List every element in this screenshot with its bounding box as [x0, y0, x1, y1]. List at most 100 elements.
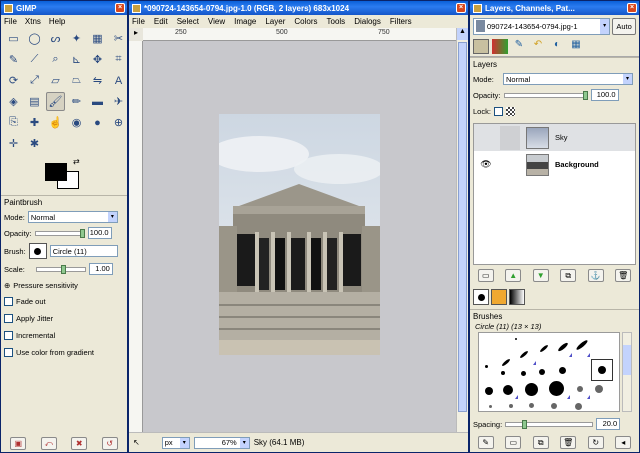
apply-jitter-check[interactable] — [4, 314, 13, 323]
scale-icon[interactable]: ⤢ — [25, 71, 44, 90]
vertical-scrollbar[interactable]: ▲ — [456, 28, 468, 432]
crop-icon[interactable]: ⌗ — [109, 50, 127, 69]
brush-item[interactable] — [501, 358, 511, 367]
auto-button[interactable]: Auto — [612, 17, 636, 35]
brush-preview[interactable] — [28, 243, 47, 259]
brush-item[interactable] — [549, 381, 564, 396]
reset-options-icon[interactable]: ↺ — [101, 437, 118, 450]
brush-item[interactable] — [539, 344, 549, 353]
brush-scroll-thumb[interactable] — [623, 345, 631, 375]
scroll-thumb[interactable] — [458, 42, 467, 412]
brush-item[interactable] — [519, 350, 529, 359]
close-icon[interactable]: × — [115, 3, 125, 13]
measure-icon[interactable]: ⊾ — [67, 50, 86, 69]
foreground-color-swatch[interactable] — [45, 163, 67, 181]
color-picker-icon[interactable]: ⟋ — [25, 50, 44, 69]
brush-item[interactable] — [575, 338, 589, 352]
pencil-icon[interactable]: ✏ — [67, 92, 86, 111]
brush-tab-icon[interactable] — [473, 289, 489, 305]
new-brush-icon[interactable]: ▭ — [505, 436, 522, 449]
brush-item-selected[interactable] — [598, 366, 606, 374]
brush-name-field[interactable]: Circle (11) — [49, 245, 118, 257]
ink-icon[interactable]: ✱ — [25, 134, 44, 153]
brush-item[interactable] — [557, 341, 569, 353]
menu-file[interactable]: File — [132, 17, 145, 26]
brush-item[interactable] — [539, 369, 545, 375]
delete-brush-icon[interactable]: 🗑 — [560, 436, 577, 449]
menu-dialogs[interactable]: Dialogs — [354, 17, 381, 26]
perspective-icon[interactable]: ⏢ — [67, 71, 86, 90]
chain-toggle[interactable] — [500, 125, 520, 150]
brush-grid[interactable] — [478, 332, 620, 412]
horizontal-ruler[interactable]: 250 500 750 — [143, 28, 457, 41]
nav-icon[interactable]: ↖ — [133, 438, 140, 447]
brush-item[interactable] — [501, 371, 505, 375]
brush-item[interactable] — [559, 367, 566, 374]
convolve-icon[interactable]: ◉ — [67, 113, 86, 132]
heal-icon[interactable]: ✚ — [25, 113, 44, 132]
pattern-tab-icon[interactable] — [491, 289, 507, 305]
gradient-checkbox[interactable]: Use color from gradient — [1, 344, 127, 361]
brush-item[interactable] — [515, 338, 517, 340]
brush-item[interactable] — [525, 383, 538, 396]
blend-icon[interactable]: ▤ — [25, 92, 44, 111]
opacity-spin[interactable]: 100.0 — [87, 227, 112, 239]
layers-titlebar[interactable]: Layers, Channels, Pat... × — [470, 1, 639, 15]
close-icon[interactable]: × — [627, 3, 637, 13]
brush-item[interactable] — [577, 386, 583, 392]
menu-layer[interactable]: Layer — [265, 17, 285, 26]
fade-out-checkbox[interactable]: Fade out — [1, 293, 127, 310]
anchor-layer-icon[interactable]: ⚓ — [587, 269, 604, 282]
fade-out-check[interactable] — [4, 297, 13, 306]
gradient-check[interactable] — [4, 348, 13, 357]
magnify-icon[interactable]: ⊕ — [109, 113, 127, 132]
layer-opacity-slider[interactable] — [503, 90, 588, 100]
fuzzy-select-icon[interactable]: ✦ — [67, 29, 86, 48]
brush-scrollbar[interactable] — [622, 332, 632, 412]
zoom-combo[interactable]: 67% ▾ — [193, 436, 250, 449]
menu-colors[interactable]: Colors — [294, 17, 317, 26]
zoom-icon[interactable]: ⌕ — [46, 50, 65, 69]
image-titlebar[interactable]: *090724-143654-0794.jpg-1.0 (RGB, 2 laye… — [129, 1, 468, 15]
gradient-tab-icon[interactable] — [509, 289, 525, 305]
save-options-icon[interactable]: ▣ — [10, 437, 27, 450]
airbrush-icon[interactable]: ✈ — [109, 92, 127, 111]
free-select-icon[interactable]: ᔕ — [46, 29, 65, 48]
layer-row-background[interactable]: 👁 Background — [474, 151, 635, 178]
incremental-checkbox[interactable]: Incremental — [1, 327, 127, 344]
brush-item[interactable] — [529, 403, 534, 408]
bucket-fill-icon[interactable]: ◈ — [4, 92, 23, 111]
clone-icon[interactable]: ⎘ — [4, 113, 23, 132]
spacing-slider[interactable] — [505, 419, 594, 429]
spacing-knob[interactable] — [522, 419, 528, 429]
menu-help[interactable]: Help — [49, 17, 65, 26]
delete-layer-icon[interactable]: 🗑 — [615, 269, 632, 282]
lock-pixels-check[interactable] — [493, 106, 503, 116]
menu-filters[interactable]: Filters — [390, 17, 412, 26]
shear-icon[interactable]: ▱ — [46, 71, 65, 90]
new-layer-icon[interactable]: ▭ — [477, 269, 494, 282]
opacity-slider[interactable] — [34, 228, 85, 238]
menu-tools[interactable]: Tools — [327, 17, 346, 26]
refresh-brushes-icon[interactable]: ↻ — [587, 436, 604, 449]
scale-slider-knob[interactable] — [60, 264, 66, 274]
scale-slider[interactable] — [35, 264, 86, 274]
layer-mode-combo[interactable]: Normal ▾ — [503, 73, 633, 85]
eraser-icon[interactable]: ▬ — [88, 92, 107, 111]
layer-opacity-knob[interactable] — [582, 90, 588, 100]
quick-mask-icon[interactable]: ▸ — [129, 28, 143, 41]
brush-menu-icon[interactable]: ◂ — [615, 436, 632, 449]
paths-icon[interactable]: ✎ — [4, 50, 23, 69]
eye-icon[interactable]: 👁 — [478, 159, 494, 170]
rect-select-icon[interactable]: ▭ — [4, 29, 23, 48]
unit-combo[interactable]: px ▾ — [161, 436, 190, 449]
select-by-color-icon[interactable]: ▦ — [88, 29, 107, 48]
delete-options-icon[interactable]: ✖ — [71, 437, 88, 450]
vertical-ruler[interactable] — [129, 41, 143, 432]
menu-edit[interactable]: Edit — [154, 17, 168, 26]
paths-tab-icon[interactable]: ✎ — [511, 39, 527, 54]
navigation-tab-icon[interactable]: ◐ — [549, 39, 565, 54]
align-icon[interactable]: ✛ — [4, 134, 23, 153]
menu-file[interactable]: File — [4, 17, 17, 26]
mode-combo[interactable]: Normal ▾ — [27, 211, 118, 223]
